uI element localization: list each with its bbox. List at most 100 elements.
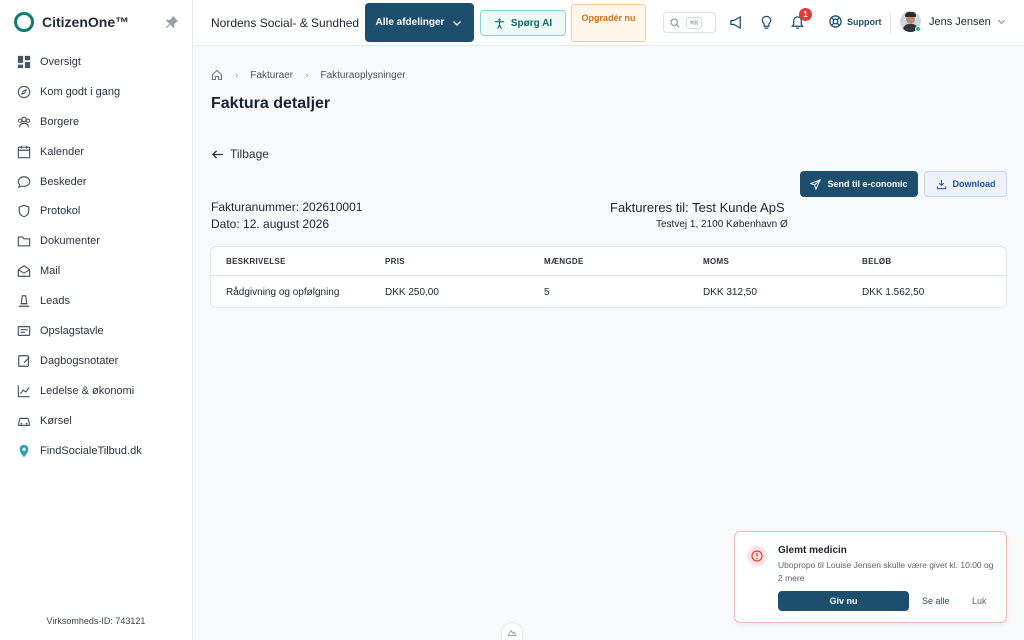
sidebar-item-label: Beskeder: [40, 175, 87, 188]
topbar-divider: [890, 12, 891, 34]
chat-icon: [17, 175, 31, 188]
alert-icon: [751, 550, 763, 562]
invoice-date: Dato: 12. august 2026: [211, 217, 330, 231]
megaphone-icon[interactable]: [729, 15, 744, 30]
sidebar-item-label: Opslagstavle: [40, 324, 104, 337]
bill-to: Faktureres til: Test Kunde ApS: [610, 200, 785, 215]
leads-icon: [18, 295, 30, 307]
send-icon: [810, 178, 822, 190]
upgrade-button[interactable]: Opgradér nu: [571, 4, 646, 42]
sidebar-item-mail[interactable]: Mail: [0, 256, 192, 286]
sidebar-item-opslagstavle[interactable]: Opslagstavle: [0, 316, 192, 346]
bill-to-address: Testvej 1, 2100 København Ø: [656, 219, 788, 230]
company-id: Virksomheds-ID: 743121: [46, 616, 146, 626]
breadcrumb-separator: ›: [305, 69, 309, 81]
sidebar-item-kalender[interactable]: Kalender: [0, 137, 192, 167]
note-icon: [18, 355, 30, 367]
citizenone-logo-icon: [14, 12, 34, 32]
column-header-vat: MOMS: [703, 257, 730, 266]
search-shortcut: ⌘K: [686, 16, 703, 29]
table-header: BESKRIVELSE PRIS MÆNGDE MOMS BELØB: [211, 247, 1006, 276]
compass-icon: [17, 85, 31, 99]
send-to-economic-button[interactable]: Send til e-conomic: [800, 171, 918, 197]
support-button[interactable]: Support: [829, 15, 882, 28]
user-name: Jens Jensen: [929, 15, 991, 28]
cell-amount: DKK 1.562,50: [862, 287, 925, 298]
sidebar-item-dagbogsnotater[interactable]: Dagbogsnotater: [0, 346, 192, 376]
sidebar-item-label: Dokumenter: [40, 235, 100, 248]
breadcrumb-separator: ›: [235, 69, 239, 81]
department-selector-button[interactable]: Alle afdelinger: [365, 3, 474, 42]
search-button[interactable]: ⌘K: [663, 12, 716, 33]
cell-vat: DKK 312,50: [703, 287, 757, 298]
sidebar-item-dokumenter[interactable]: Dokumenter: [0, 226, 192, 256]
give-now-button[interactable]: Giv nu: [778, 591, 909, 611]
sidebar: CitizenOne™ Oversigt Kom godt i gang Bor…: [0, 0, 193, 640]
breadcrumb-item-fakturaer[interactable]: Fakturaer: [250, 70, 293, 81]
sidebar-item-leads[interactable]: Leads: [0, 286, 192, 316]
sidebar-item-findsocialetilbud[interactable]: FindSocialeTilbud.dk: [0, 436, 192, 466]
sidebar-item-beskeder[interactable]: Beskeder: [0, 167, 192, 197]
sidebar-item-label: Mail: [40, 265, 61, 278]
online-status-icon: [915, 26, 921, 32]
back-label: Tilbage: [230, 147, 269, 161]
sidebar-item-label: Oversigt: [40, 55, 81, 68]
invoice-lines-table: BESKRIVELSE PRIS MÆNGDE MOMS BELØB Rådgi…: [210, 246, 1007, 308]
shield-icon: [18, 205, 30, 218]
breadcrumb-item-fakturaoplysninger: Fakturaoplysninger: [320, 69, 406, 81]
sidebar-item-korsel[interactable]: Kørsel: [0, 406, 192, 436]
see-all-link[interactable]: Se alle: [922, 596, 950, 606]
brand-name: CitizenOne™: [42, 14, 130, 30]
cell-price: DKK 250,00: [385, 287, 439, 298]
ask-ai-label: Spørg AI: [510, 17, 553, 29]
sidebar-item-ledelse-okonomi[interactable]: Ledelse & økonomi: [0, 376, 192, 406]
cell-quantity: 5: [544, 287, 550, 298]
download-label: Download: [952, 179, 996, 189]
send-to-economic-label: Send til e-conomic: [827, 179, 908, 189]
back-link[interactable]: Tilbage: [211, 147, 269, 161]
home-icon[interactable]: [211, 69, 223, 81]
medication-alert-toast: Glemt medicin Ubopropo til Louise Jensen…: [734, 531, 1007, 623]
brand[interactable]: CitizenOne™: [14, 11, 129, 33]
chevron-down-icon: [997, 19, 1005, 25]
sidebar-item-kom-godt-i-gang[interactable]: Kom godt i gang: [0, 77, 192, 107]
close-toast-link[interactable]: Luk: [972, 596, 987, 606]
sidebar-item-protokol[interactable]: Protokol: [0, 196, 192, 226]
breadcrumb: › Fakturaer › Fakturaoplysninger: [211, 69, 406, 81]
invoice-number: Fakturanummer: 202610001: [211, 200, 363, 214]
user-menu[interactable]: Jens Jensen: [900, 11, 1006, 32]
pin-icon[interactable]: [165, 15, 179, 29]
sidebar-item-label: Kom godt i gang: [40, 85, 121, 98]
alert-icon-wrap: [747, 546, 767, 566]
download-icon: [936, 179, 946, 189]
sidebar-item-label: Kørsel: [40, 414, 72, 427]
column-header-price: PRIS: [385, 257, 405, 266]
bottom-drawer-handle[interactable]: [501, 622, 523, 640]
topbar: Nordens Social- & Sundhed Alle afdelinge…: [193, 0, 1024, 46]
lightbulb-icon[interactable]: [759, 15, 774, 30]
chevron-down-icon: [453, 21, 461, 26]
mountain-icon: [507, 629, 517, 636]
toast-message: Ubopropo til Louise Jensen skulle være g…: [778, 560, 994, 583]
avatar-hair: [905, 12, 916, 17]
sidebar-item-borgere[interactable]: Borgere: [0, 107, 192, 137]
support-label: Support: [847, 16, 882, 27]
dashboard-icon: [17, 55, 31, 69]
sidebar-item-oversigt[interactable]: Oversigt: [0, 47, 192, 77]
page-title: Faktura detaljer: [211, 95, 331, 112]
sidebar-item-label: Ledelse & økonomi: [40, 384, 135, 397]
sidebar-nav: Oversigt Kom godt i gang Borgere Kalende…: [0, 47, 192, 465]
chart-icon: [17, 385, 30, 397]
sidebar-item-label: Protokol: [40, 205, 81, 218]
cell-description: Rådgivning og opfølgning: [226, 287, 340, 298]
calendar-icon: [17, 145, 31, 158]
download-button[interactable]: Download: [924, 171, 1007, 197]
lifebuoy-icon: [829, 15, 842, 28]
map-pin-icon: [19, 444, 29, 457]
sidebar-item-label: Leads: [40, 295, 70, 308]
ask-ai-button[interactable]: Spørg AI: [480, 10, 566, 36]
column-header-description: BESKRIVELSE: [226, 257, 286, 266]
organization-name: Nordens Social- & Sundhed: [211, 16, 360, 30]
search-icon: [670, 17, 680, 28]
sidebar-item-label: Dagbogsnotater: [40, 354, 119, 367]
